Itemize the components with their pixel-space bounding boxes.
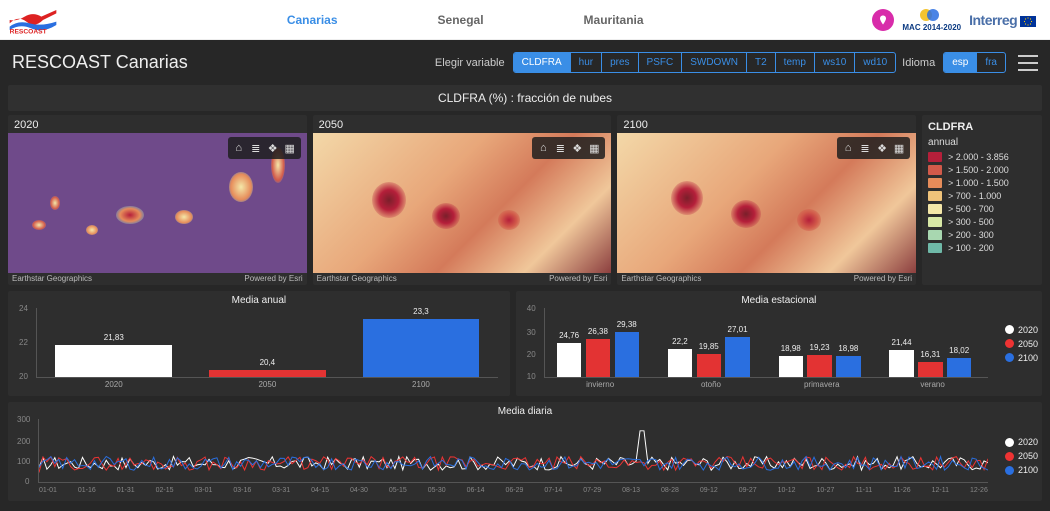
credit-esri: Powered by Esri — [549, 274, 607, 283]
top-bar: RESCOAST Canarias Senegal Mauritania MAC… — [0, 0, 1050, 40]
map-2020[interactable]: 2020 ⌂ ≣ ❖ ▦ Earthstar Geographics — [8, 115, 307, 285]
choose-variable-label: Elegir variable — [435, 57, 505, 69]
credit-esri: Powered by Esri — [244, 274, 302, 283]
bar: 19,23 — [807, 355, 831, 377]
bar: 18,98 — [836, 356, 860, 377]
pink-circle-icon — [872, 9, 894, 31]
home-icon[interactable]: ⌂ — [231, 140, 247, 156]
chart-title: Media diaria — [14, 406, 1036, 417]
mac-logo: MAC 2014-2020 — [902, 8, 961, 32]
legend-icon[interactable]: ≣ — [248, 140, 264, 156]
legend-row: > 2.000 - 3.856 — [928, 152, 1036, 162]
bar: 20,4 — [209, 370, 326, 377]
bar: 18,02 — [947, 358, 971, 377]
annual-plot-area: 24 22 20 21,83202020,4205023,32100 — [36, 308, 498, 378]
layers-icon[interactable]: ❖ — [874, 140, 890, 156]
app-body: RESCOAST Canarias Elegir variable CLDFRA… — [0, 40, 1050, 511]
legend-title: CLDFRA — [928, 121, 1036, 133]
var-chip-wd10[interactable]: wd10 — [855, 53, 895, 72]
home-icon[interactable]: ⌂ — [535, 140, 551, 156]
language-chipset: espfra — [943, 52, 1006, 73]
legend-row: > 500 - 700 — [928, 204, 1036, 214]
basemap-icon[interactable]: ▦ — [282, 140, 298, 156]
legend-row: > 300 - 500 — [928, 217, 1036, 227]
bar: 18,98 — [779, 356, 803, 377]
bar: 24,76 — [557, 343, 581, 377]
bar: 16,31 — [918, 362, 942, 377]
annual-chart: Media anual 24 22 20 21,83202020,4205023… — [8, 291, 510, 396]
lang-chip-fra[interactable]: fra — [977, 53, 1005, 72]
header-bar: RESCOAST Canarias Elegir variable CLDFRA… — [6, 44, 1044, 81]
nav-mauritania[interactable]: Mauritania — [584, 13, 644, 27]
legend-icon[interactable]: ≣ — [552, 140, 568, 156]
chart-title: Media anual — [14, 295, 504, 306]
layers-icon[interactable]: ❖ — [265, 140, 281, 156]
var-chip-swdown[interactable]: SWDOWN — [682, 53, 747, 72]
legend-row: > 700 - 1.000 — [928, 191, 1036, 201]
partner-logos: MAC 2014-2020 Interreg — [872, 8, 1036, 32]
menu-icon[interactable] — [1018, 55, 1038, 71]
legend-row: > 200 - 300 — [928, 230, 1036, 240]
var-chip-t2[interactable]: T2 — [747, 53, 776, 72]
top-nav: Canarias Senegal Mauritania — [58, 13, 872, 27]
series-legend: 2020 2050 2100 — [1005, 433, 1038, 479]
map-year-label: 2020 — [14, 119, 38, 131]
map-toolbar: ⌂ ≣ ❖ ▦ — [532, 137, 605, 159]
var-chip-psfc[interactable]: PSFC — [639, 53, 683, 72]
seasonal-plot-area: 40 30 20 10 24,7626,3829,38invierno22,21… — [544, 308, 988, 378]
legend-row: > 100 - 200 — [928, 243, 1036, 253]
var-chip-hur[interactable]: hur — [571, 53, 602, 72]
nav-canarias[interactable]: Canarias — [287, 13, 338, 27]
bar: 23,3 — [363, 319, 480, 377]
nav-senegal[interactable]: Senegal — [438, 13, 484, 27]
map-year-label: 2100 — [623, 119, 647, 131]
credit-source: Earthstar Geographics — [621, 274, 701, 283]
series-legend: 2020 2050 2100 — [1005, 321, 1038, 367]
page-title: RESCOAST Canarias — [12, 52, 435, 73]
lang-chip-esp[interactable]: esp — [944, 53, 977, 72]
legend-row: > 1.500 - 2.000 — [928, 165, 1036, 175]
bar: 26,38 — [586, 339, 610, 377]
map-toolbar: ⌂ ≣ ❖ ▦ — [228, 137, 301, 159]
daily-chart: Media diaria 300 200 100 0 01-0101-1601-… — [8, 402, 1042, 501]
layers-icon[interactable]: ❖ — [569, 140, 585, 156]
svg-text:RESCOAST: RESCOAST — [10, 28, 47, 35]
bar: 19,85 — [697, 354, 721, 377]
var-chip-cldfra[interactable]: CLDFRA — [514, 53, 571, 72]
var-chip-ws10[interactable]: ws10 — [815, 53, 855, 72]
seasonal-chart: Media estacional 40 30 20 10 24,7626,382… — [516, 291, 1042, 396]
var-chip-pres[interactable]: pres — [602, 53, 638, 72]
bar: 29,38 — [615, 332, 639, 377]
maps-row: 2020 ⌂ ≣ ❖ ▦ Earthstar Geographics — [6, 115, 1044, 285]
credit-source: Earthstar Geographics — [317, 274, 397, 283]
basemap-icon[interactable]: ▦ — [586, 140, 602, 156]
home-icon[interactable]: ⌂ — [840, 140, 856, 156]
map-2050[interactable]: 2050 ⌂ ≣ ❖ ▦ Earthstar Geographics Power… — [313, 115, 612, 285]
bar: 27,01 — [725, 337, 749, 377]
map-year-label: 2050 — [319, 119, 343, 131]
chart-title: Media estacional — [522, 295, 1036, 306]
credit-source: Earthstar Geographics — [12, 274, 92, 283]
language-label: Idioma — [902, 57, 935, 69]
rescoast-logo: RESCOAST — [8, 5, 58, 35]
legend-panel: CLDFRA annual > 2.000 - 3.856 > 1.500 - 2… — [922, 115, 1042, 285]
legend-row: > 1.000 - 1.500 — [928, 178, 1036, 188]
bar: 21,83 — [55, 345, 172, 377]
legend-icon[interactable]: ≣ — [857, 140, 873, 156]
basemap-icon[interactable]: ▦ — [891, 140, 907, 156]
var-chip-temp[interactable]: temp — [776, 53, 815, 72]
daily-plot-area: 300 200 100 0 01-0101-1601-3102-1503-010… — [38, 419, 988, 483]
variable-banner: CLDFRA (%) : fracción de nubes — [8, 85, 1042, 111]
variable-chipset: CLDFRAhurpresPSFCSWDOWNT2tempws10wd10 — [513, 52, 897, 73]
bar: 22,2 — [668, 349, 692, 377]
map-2100[interactable]: 2100 ⌂ ≣ ❖ ▦ Earthstar Geographics Power… — [617, 115, 916, 285]
interreg-logo: Interreg — [969, 12, 1036, 28]
credit-esri: Powered by Esri — [854, 274, 912, 283]
bar: 21,44 — [889, 350, 913, 377]
charts-row: Media anual 24 22 20 21,83202020,4205023… — [6, 291, 1044, 396]
legend-subtitle: annual — [928, 137, 1036, 148]
map-toolbar: ⌂ ≣ ❖ ▦ — [837, 137, 910, 159]
